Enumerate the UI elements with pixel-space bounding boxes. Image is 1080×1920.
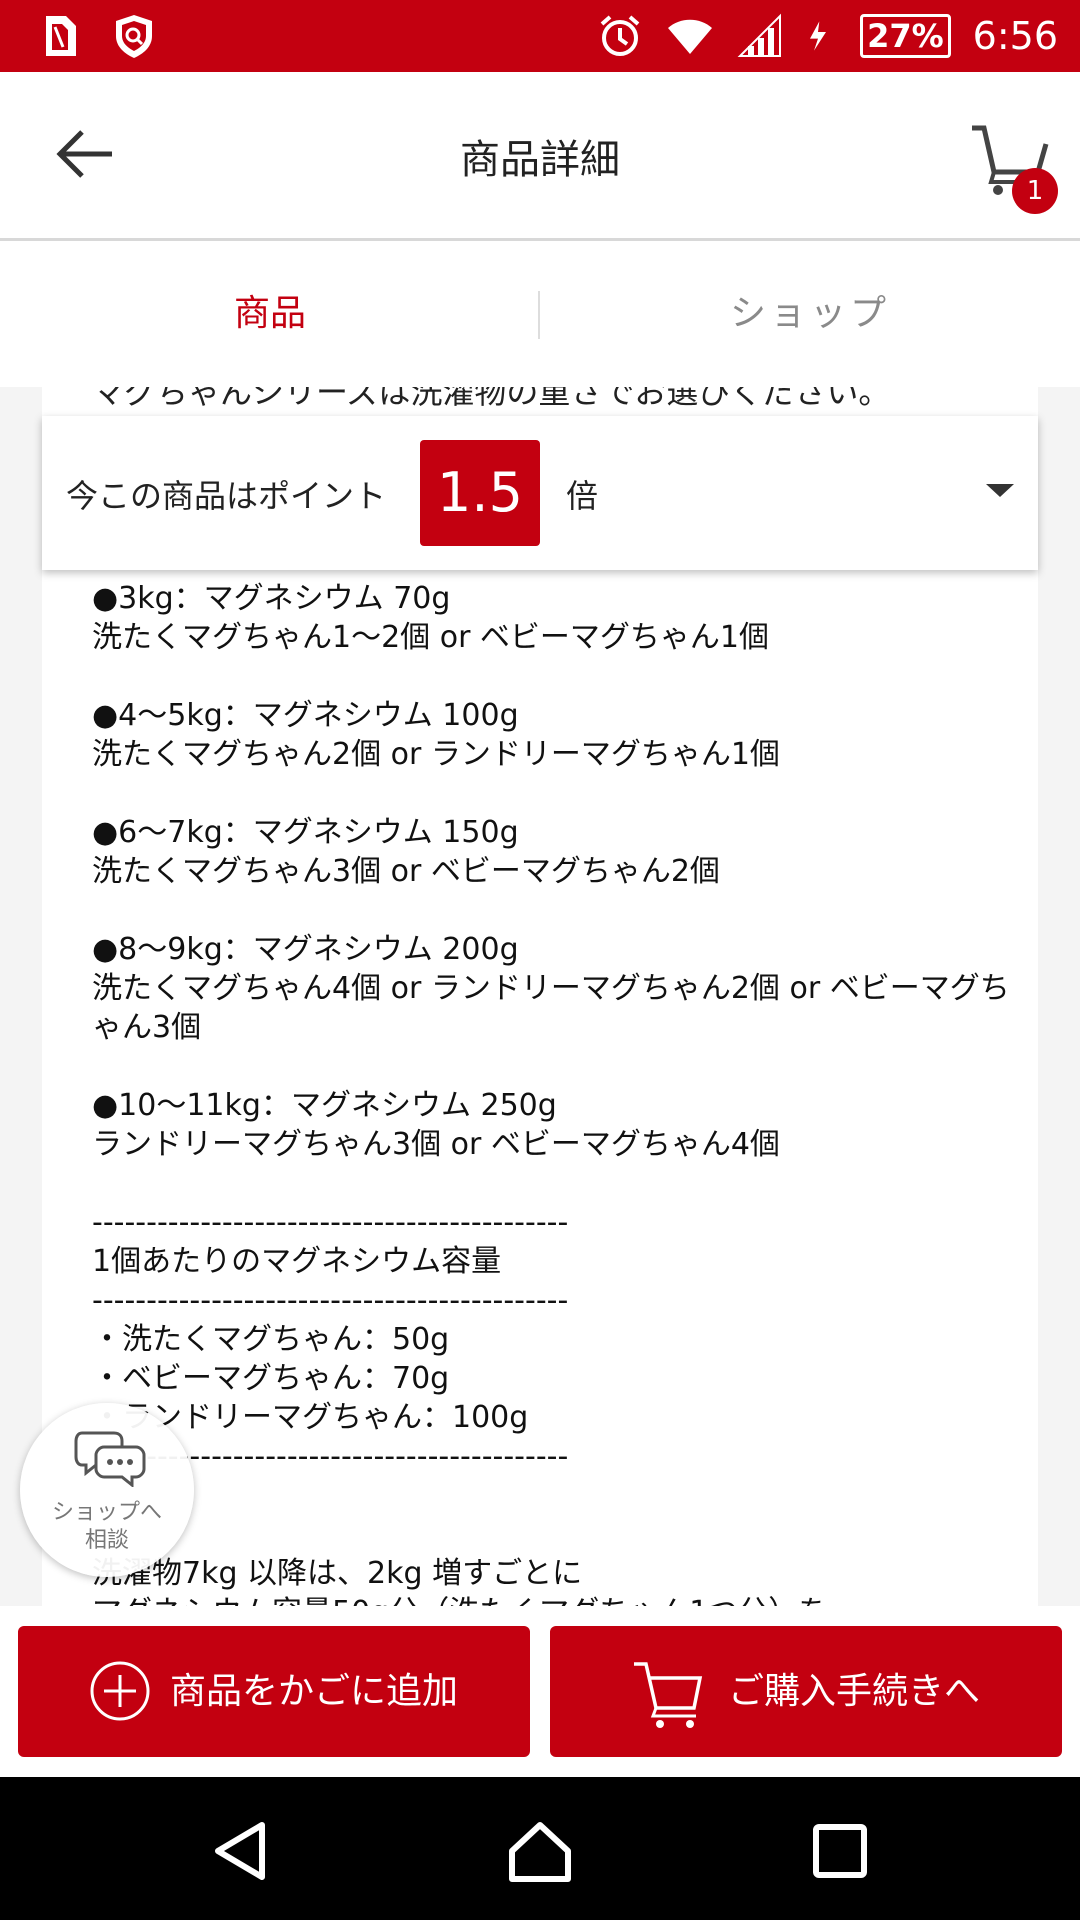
dropdown-caret-icon[interactable] xyxy=(986,484,1014,497)
page-title: 商品詳細 xyxy=(460,137,620,183)
points-bar[interactable]: 今この商品はポイント 1.5 倍 xyxy=(42,416,1038,570)
alarm-icon xyxy=(600,15,640,56)
nav-recents-icon[interactable] xyxy=(804,1815,876,1887)
app-bar: 商品詳細 1 xyxy=(0,72,1080,241)
cart-icon xyxy=(634,1662,703,1728)
charging-icon xyxy=(810,21,827,51)
wifi-icon xyxy=(668,19,713,54)
tab-shop[interactable]: ショップ xyxy=(540,241,1080,387)
checkout-label: ご購入手続きへ xyxy=(728,1671,981,1712)
description-text: ●3kg：マグネシウム 70g 洗たくマグちゃん1〜2個 or ベビーマグちゃん… xyxy=(92,581,1010,1606)
tab-bar: 商品 ショップ xyxy=(0,241,1080,387)
sim-icon xyxy=(46,16,76,56)
battery-level: 27% xyxy=(860,14,951,58)
shop-consult-label: ショップへ 相談 xyxy=(51,1500,162,1553)
plus-circle-icon xyxy=(90,1661,150,1721)
add-to-cart-button[interactable]: 商品をかごに追加 xyxy=(18,1626,530,1757)
shop-consult-button[interactable]: ショップへ 相談 xyxy=(20,1403,194,1577)
status-bar: 27% 6:56 xyxy=(0,0,1080,72)
nav-back-icon[interactable] xyxy=(204,1815,276,1887)
description-partial-line: マグちゃんシリーズは洗濯物の重さでお選びください。 xyxy=(92,387,891,411)
checkout-button[interactable]: ご購入手続きへ xyxy=(550,1626,1062,1757)
action-bar: 商品をかごに追加 ご購入手続きへ xyxy=(0,1606,1080,1777)
cart-count-badge: 1 xyxy=(1012,168,1058,214)
signal-icon xyxy=(737,13,782,57)
points-label: 今この商品はポイント xyxy=(66,477,387,515)
points-multiplier: 1.5 xyxy=(420,440,540,546)
shield-icon xyxy=(116,15,152,58)
system-nav-bar xyxy=(0,1777,1080,1920)
tab-product[interactable]: 商品 xyxy=(0,241,540,387)
nav-home-icon[interactable] xyxy=(504,1815,576,1887)
clock: 6:56 xyxy=(972,14,1058,58)
chat-bubbles-icon xyxy=(74,1431,146,1487)
points-unit: 倍 xyxy=(566,477,599,515)
add-to-cart-label: 商品をかごに追加 xyxy=(170,1671,459,1712)
